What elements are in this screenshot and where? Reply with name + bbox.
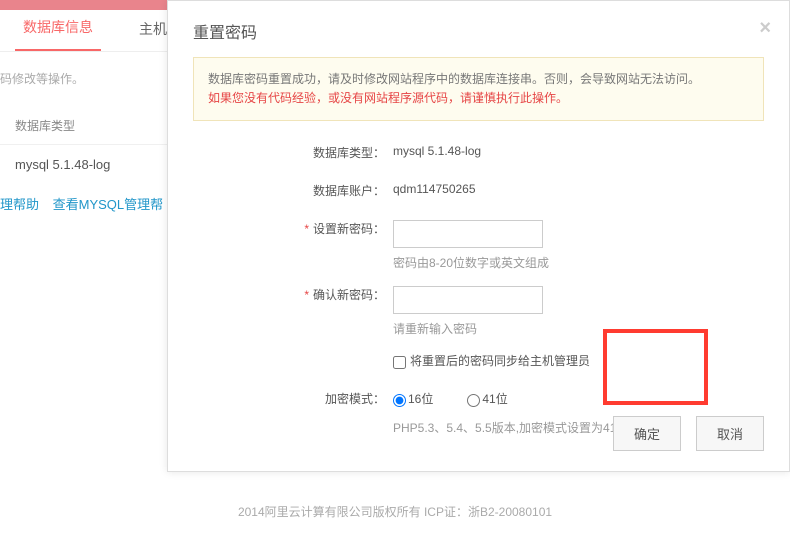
alert-box: 数据库密码重置成功，请及时修改网站程序中的数据库连接串。否则，会导致网站无法访问… [193,57,764,121]
sync-admin-checkbox-label[interactable]: 将重置后的密码同步给主机管理员 [393,354,590,368]
page-footer: 2014阿里云计算有限公司版权所有 ICP证：浙B2-20080101 [0,503,790,520]
label-db-type: 数据库类型： [193,139,393,161]
enc-16-option[interactable]: 16位 [393,390,433,407]
label-db-account: 数据库账户： [193,177,393,199]
hint-reenter: 请重新输入密码 [393,320,764,337]
label-new-password: *设置新密码： [193,215,393,237]
sync-admin-checkbox[interactable] [393,356,406,369]
value-db-account: qdm114750265 [393,177,764,196]
label-confirm-password: *确认新密码： [193,281,393,303]
close-icon[interactable]: × [759,17,771,40]
new-password-input[interactable] [393,220,543,248]
alert-line-1: 数据库密码重置成功，请及时修改网站程序中的数据库连接串。否则，会导致网站无法访问… [208,70,749,89]
cancel-button[interactable]: 取消 [696,416,764,451]
label-enc-mode: 加密模式： [193,385,393,407]
value-db-type: mysql 5.1.48-log [393,139,764,158]
confirm-password-input[interactable] [393,286,543,314]
modal-title: 重置密码 [193,19,764,43]
reset-password-modal: 重置密码 × 数据库密码重置成功，请及时修改网站程序中的数据库连接串。否则，会导… [167,0,790,472]
enc-16-radio[interactable] [393,394,406,407]
ok-button[interactable]: 确定 [613,416,681,451]
hint-password-rule: 密码由8-20位数字或英文组成 [393,254,764,271]
alert-line-2: 如果您没有代码经验，或没有网站程序源代码，请谨慎执行此操作。 [208,89,749,108]
enc-41-radio[interactable] [467,394,480,407]
enc-41-option[interactable]: 41位 [467,390,507,407]
